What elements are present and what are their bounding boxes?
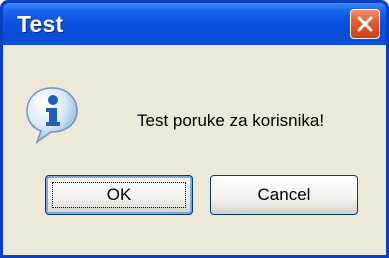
window-title: Test [17, 11, 64, 37]
cancel-button[interactable]: Cancel [210, 175, 358, 215]
ok-button[interactable]: OK [45, 175, 193, 215]
close-button[interactable] [350, 9, 380, 39]
focus-rectangle [52, 182, 186, 208]
cancel-button-label: Cancel [257, 185, 311, 204]
message-dialog-window: Test Test poruke za korisnika! OK Cancel [0, 0, 389, 258]
dialog-body: Test poruke za korisnika! OK Cancel [3, 45, 386, 255]
title-bar[interactable]: Test [3, 3, 386, 45]
close-icon [357, 16, 373, 32]
information-icon [26, 87, 78, 145]
dialog-message: Test poruke za korisnika! [137, 111, 325, 130]
